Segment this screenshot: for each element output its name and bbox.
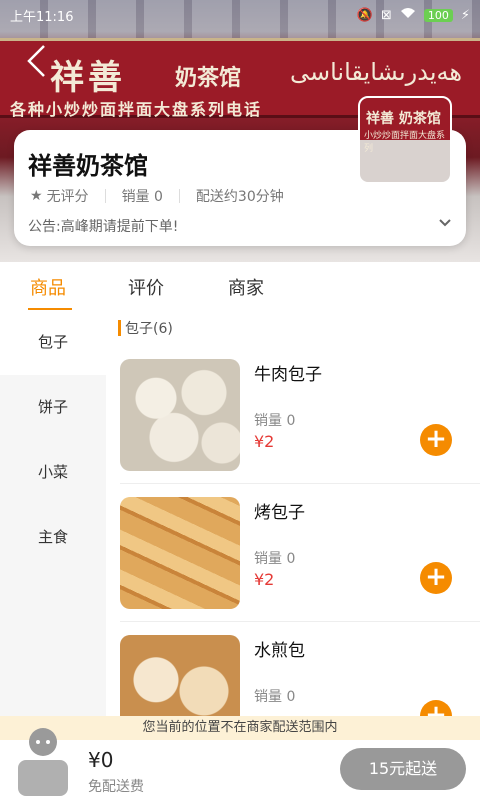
banner-sign-line2: 各种小炒炒面拌面大盘系列电话 <box>10 100 263 119</box>
tab-reviews[interactable]: 评价 <box>96 262 196 310</box>
cart-avatar-icon[interactable] <box>10 720 76 798</box>
cart-total: ¥0 <box>88 748 114 772</box>
section-title: 包子(6) <box>125 321 173 337</box>
shop-name: 祥善奶茶馆 <box>28 152 148 180</box>
charging-icon: ⚡ <box>460 7 470 23</box>
status-icons: 🔕 ⊠ 100 ⚡ <box>357 7 470 23</box>
delivery-fee: 免配送费 <box>88 779 144 795</box>
back-button[interactable] <box>24 44 50 78</box>
product-name: 牛肉包子 <box>254 365 322 385</box>
checkout-button[interactable]: 15元起送 <box>340 748 466 790</box>
tab-bar: 商品 评价 商家 <box>0 262 480 310</box>
star-icon: ★ <box>30 188 43 204</box>
mute-icon: 🔕 <box>356 7 373 23</box>
product-sales: 销量 0 <box>254 413 296 429</box>
battery-icon: 100 <box>423 8 453 22</box>
section-header: 包子(6) <box>106 310 480 346</box>
wifi-icon <box>400 7 416 23</box>
screen: 祥善 奶茶馆 ھەيدرىشايقاناسى 各种小炒炒面拌面大盘系列电话 上午… <box>0 0 480 800</box>
category-sidebar: 包子 饼子 小菜 主食 <box>0 310 106 720</box>
add-to-cart-button[interactable]: + <box>420 424 452 456</box>
shop-thumbnail-text: 祥善 奶茶馆 <box>366 111 441 127</box>
chevron-left-icon <box>27 45 45 77</box>
product-image <box>120 635 240 720</box>
banner-sign-main: 祥善 <box>50 58 126 98</box>
add-to-cart-button[interactable]: + <box>420 562 452 594</box>
product-name: 水煎包 <box>254 641 305 661</box>
shop-delivery-time: 配送约30分钟 <box>195 189 284 205</box>
tab-products[interactable]: 商品 <box>0 262 96 310</box>
status-bar: 上午11:16 🔕 ⊠ 100 ⚡ <box>0 0 480 30</box>
product-image <box>120 497 240 609</box>
product-item[interactable]: 水煎包 销量 0 + <box>120 622 480 720</box>
product-sales: 销量 0 <box>254 689 296 705</box>
product-sales: 销量 0 <box>254 551 296 567</box>
divider <box>178 189 180 203</box>
product-price: ¥2 <box>254 570 275 589</box>
product-name: 烤包子 <box>254 503 305 523</box>
shop-rating: 无评分 <box>46 189 89 205</box>
product-price: ¥2 <box>254 432 275 451</box>
shop-meta: ★ 无评分 销量 0 配送约30分钟 <box>30 186 284 206</box>
chevron-down-icon[interactable] <box>438 216 452 232</box>
category-bingzi[interactable]: 饼子 <box>0 375 106 440</box>
section-marker <box>118 320 121 336</box>
tab-merchant[interactable]: 商家 <box>196 262 296 310</box>
category-xiaocai[interactable]: 小菜 <box>0 440 106 505</box>
shop-info-card[interactable]: 祥善奶茶馆 ★ 无评分 销量 0 配送约30分钟 公告:高峰期请提前下单! 祥善… <box>14 96 466 246</box>
product-item[interactable]: 牛肉包子 销量 0 ¥2 + <box>120 346 480 484</box>
divider <box>104 189 106 203</box>
category-zhushi[interactable]: 主食 <box>0 505 106 570</box>
banner-sign-sub: 奶茶馆 <box>175 66 242 91</box>
shop-thumbnail: 祥善 奶茶馆 小炒炒面拌面大盘系列 <box>358 96 452 184</box>
product-image <box>120 359 240 471</box>
product-item[interactable]: 烤包子 销量 0 ¥2 + <box>120 484 480 622</box>
shop-sales: 销量 0 <box>121 189 163 205</box>
sim-icon: ⊠ <box>380 7 392 23</box>
shop-thumbnail-subtext: 小炒炒面拌面大盘系列 <box>364 131 446 154</box>
product-list: 包子(6) 牛肉包子 销量 0 ¥2 + 烤包子 销量 0 ¥2 + 水煎包 销… <box>106 310 480 720</box>
banner-sign-uyghur: ھەيدرىشايقاناسى <box>290 58 463 86</box>
status-time: 上午11:16 <box>10 9 74 25</box>
shop-notice: 公告:高峰期请提前下单! <box>28 219 179 235</box>
category-baozi[interactable]: 包子 <box>0 310 106 375</box>
